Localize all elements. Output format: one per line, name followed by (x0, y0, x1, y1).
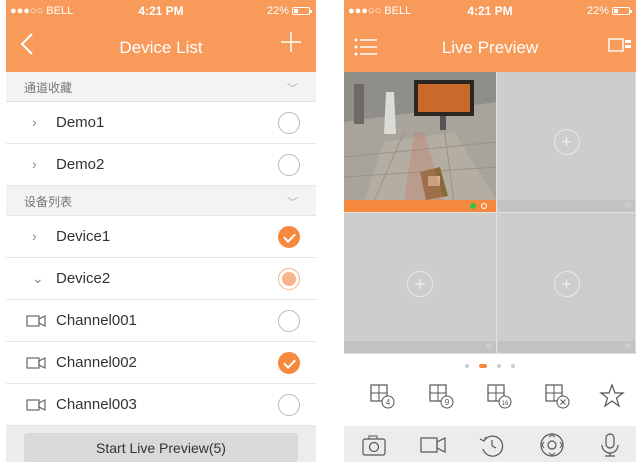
list-item-device2[interactable]: ⌄ Device2 (6, 258, 316, 300)
checkbox[interactable] (278, 112, 300, 134)
section-title: 通道收藏 (24, 81, 73, 95)
checkbox-checked[interactable] (278, 352, 300, 374)
close-all-icon[interactable] (543, 382, 571, 410)
fullscreen-icon: ⟲ (624, 342, 631, 351)
list-item-device1[interactable]: › Device1 (6, 216, 316, 258)
live-preview-screen: ●●●○○ BELL 4:21 PM 22% Live Preview + ⟲ … (344, 0, 636, 462)
preview-window-3[interactable]: + ⟲ (344, 214, 497, 354)
item-label: Demo1 (56, 114, 105, 131)
page-title: Device List (119, 38, 203, 57)
chevron-right-icon: › (32, 228, 37, 244)
window-status-bar: ⟲ (498, 200, 635, 212)
device-list-screen: ●●●○○ BELL 4:21 PM 22% Device List 通道收藏 … (6, 0, 316, 462)
layout-9-icon[interactable]: 9 (427, 382, 455, 410)
checkbox[interactable] (278, 394, 300, 416)
preview-grid: + ⟲ + ⟲ + ⟲ (344, 72, 636, 354)
nav-bar: Device List (6, 22, 316, 72)
chevron-down-icon: ﹀ (287, 197, 298, 209)
list-item-channel001[interactable]: Channel001 (6, 300, 316, 342)
chevron-down-icon: ﹀ (287, 83, 298, 95)
checkbox-partial[interactable] (278, 268, 300, 290)
checkbox[interactable] (278, 154, 300, 176)
status-bar: ●●●○○ BELL 4:21 PM 22% (344, 0, 636, 22)
plus-icon[interactable] (280, 31, 302, 53)
svg-text:16: 16 (502, 401, 509, 407)
chevron-right-icon: › (32, 114, 37, 130)
section-devices[interactable]: 设备列表 ﹀ (6, 186, 316, 216)
chevron-down-icon: ⌄ (32, 270, 44, 286)
list-item-channel003[interactable]: Channel003 (6, 384, 316, 426)
window-status-bar: ⟲ (344, 341, 496, 353)
bottom-bar: Start Live Preview(5) (6, 426, 316, 462)
status-bar: ●●●○○ BELL 4:21 PM 22% (6, 0, 316, 22)
layout-toolbar: 4 9 16 (344, 376, 636, 418)
page-dot[interactable] (497, 363, 501, 368)
microphone-icon[interactable] (596, 431, 624, 459)
battery-percent: 22% (586, 5, 609, 17)
start-live-preview-button[interactable]: Start Live Preview(5) (24, 433, 298, 462)
ptz-icon[interactable] (538, 431, 566, 459)
camera-feed (344, 72, 496, 200)
list-item-channel002[interactable]: Channel002 (6, 342, 316, 384)
page-dot[interactable] (465, 363, 469, 368)
fullscreen-icon: ⟲ (485, 342, 492, 351)
item-label: Demo2 (56, 156, 105, 173)
window-status-bar (344, 200, 496, 212)
device-list: 通道收藏 ﹀ › Demo1 › Demo2 设备列表 ﹀ › Device1 (6, 72, 316, 426)
item-label: Device2 (56, 270, 111, 287)
camera-channel-icon (26, 314, 46, 328)
item-label: Channel002 (56, 354, 137, 371)
page-dot-active[interactable] (479, 363, 487, 368)
add-channel-icon[interactable]: + (553, 270, 580, 297)
channel-switch-icon[interactable] (608, 37, 632, 55)
playback-icon[interactable] (478, 431, 506, 459)
section-favorites[interactable]: 通道收藏 ﹀ (6, 72, 316, 102)
nav-bar: Live Preview (344, 22, 636, 72)
checkbox-checked[interactable] (278, 226, 300, 248)
fullscreen-icon: ⟲ (624, 201, 631, 210)
star-icon[interactable] (598, 382, 626, 410)
camera-snapshot-icon[interactable] (360, 431, 388, 459)
item-label: Channel003 (56, 396, 137, 413)
section-title: 设备列表 (24, 195, 73, 209)
page-dot[interactable] (511, 363, 515, 368)
record-icon[interactable] (419, 431, 447, 459)
add-channel-icon[interactable]: + (407, 270, 433, 297)
battery-status: 22% (266, 5, 312, 17)
preview-window-4[interactable]: + ⟲ (498, 214, 636, 354)
battery-icon (292, 7, 312, 15)
item-label: Device1 (56, 228, 111, 245)
checkbox[interactable] (278, 310, 300, 332)
preview-window-2[interactable]: + ⟲ (498, 72, 636, 213)
svg-text:9: 9 (445, 398, 450, 407)
bottom-toolbar (344, 426, 636, 462)
battery-icon (612, 7, 632, 15)
preview-window-1[interactable] (344, 72, 497, 213)
camera-channel-icon (26, 356, 46, 370)
layout-4-icon[interactable]: 4 (368, 382, 396, 410)
add-channel-icon[interactable]: + (553, 129, 580, 155)
svg-text:4: 4 (386, 398, 391, 407)
page-indicator (344, 357, 636, 368)
item-label: Channel001 (56, 312, 137, 329)
online-indicator-icon (470, 203, 476, 209)
list-item-demo1[interactable]: › Demo1 (6, 102, 316, 144)
chevron-right-icon: › (32, 156, 37, 172)
window-status-bar: ⟲ (498, 341, 635, 353)
page-title: Live Preview (441, 38, 539, 57)
battery-percent: 22% (266, 5, 289, 17)
battery-status: 22% (586, 5, 632, 17)
layout-16-icon[interactable]: 16 (485, 382, 513, 410)
record-indicator-icon (481, 203, 487, 209)
camera-channel-icon (26, 398, 46, 412)
list-item-demo2[interactable]: › Demo2 (6, 144, 316, 186)
